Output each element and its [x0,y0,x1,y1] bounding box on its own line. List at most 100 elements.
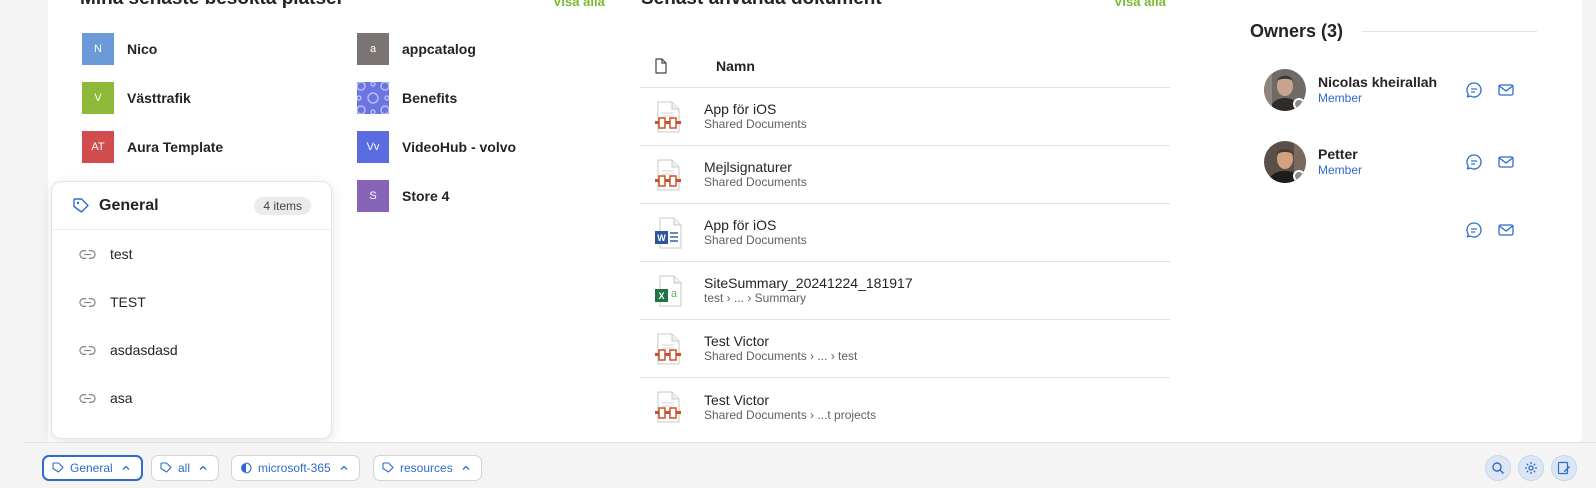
owner-role: Member [1318,163,1363,177]
site-item-store-4[interactable]: S Store 4 [357,179,449,213]
site-tile-pattern [357,82,389,114]
avatar[interactable] [1264,141,1306,183]
tag-icon [73,197,89,213]
mail-icon[interactable] [1497,153,1515,171]
document-path: Shared Documents › ... › test [704,349,858,363]
popup-link-label: asdasdasd [110,342,178,358]
document-title: Test Victor [704,391,770,408]
tag-icon [52,462,64,473]
mail-icon[interactable] [1497,221,1515,239]
chip-label: microsoft-365 [258,461,331,475]
site-tile: a [357,33,389,65]
documents-table: Namn App för iOS Shared Documents Mejlsi… [640,44,1170,436]
document-title: Mejlsignaturer [704,159,792,175]
bottom-toolbar: General all microsoft-365 resources [24,442,1596,488]
tag-icon [382,462,394,473]
tag-popup: General 4 items test TEST asdasdasd asa [51,181,332,439]
presence-status-icon [1293,170,1305,182]
document-path: test › ... › Summary [704,291,807,305]
link-icon [79,393,96,403]
popup-link-label: TEST [110,294,146,310]
documents-section-title: Senast använda dokument [641,0,882,10]
settings-button[interactable] [1518,455,1544,481]
chevron-up-icon [122,465,130,470]
generic-file-icon [655,159,681,190]
site-name: appcatalog [402,41,476,57]
mail-icon[interactable] [1497,81,1515,99]
site-item-benefits[interactable]: Benefits [357,81,457,115]
document-row[interactable]: Mejlsignaturer Shared Documents [640,146,1170,204]
chip-resources[interactable]: resources [373,455,482,481]
chevron-up-icon [462,465,470,470]
document-row[interactable]: W App för iOS Shared Documents [640,204,1170,262]
documents-see-all-link[interactable]: Visa alla [1114,0,1166,9]
owners-title: Owners (3) [1250,21,1344,41]
generic-file-icon [655,101,681,132]
svg-text:W: W [657,233,666,243]
popup-header: General 4 items [52,182,331,230]
chevron-up-icon [199,465,207,470]
document-row[interactable]: App för iOS Shared Documents [640,88,1170,146]
site-name: Aura Template [127,139,224,155]
document-title: SiteSummary_20241224_181917 [704,275,913,291]
popup-link-item[interactable]: asdasdasd [52,326,331,374]
owner-name[interactable]: Nicolas kheirallah [1318,74,1472,91]
column-header-name[interactable]: Namn [716,58,755,74]
link-icon [79,345,96,355]
popup-link-item[interactable]: TEST [52,278,331,326]
owner-role: Member [1318,91,1363,105]
link-icon [79,249,96,259]
chip-microsoft-365[interactable]: microsoft-365 [231,455,360,481]
benefits-pattern-icon [357,82,389,114]
chip-general[interactable]: General [42,455,143,481]
document-path: Shared Documents [704,117,807,131]
chip-label: General [70,461,113,475]
popup-link-item[interactable]: asa [52,374,331,422]
chat-icon[interactable] [1465,81,1483,99]
microsoft-365-icon [241,462,252,474]
document-title: App för iOS [704,101,777,117]
site-tile: V [82,82,114,114]
avatar[interactable] [1264,69,1306,111]
owner-name[interactable]: Petter [1318,146,1472,163]
documents-table-header: Namn [640,44,1170,88]
edit-button[interactable] [1551,455,1577,481]
chat-icon[interactable] [1465,221,1483,239]
site-name: VideoHub - volvo [402,139,517,155]
popup-link-item[interactable]: test [52,230,331,278]
excel-file-icon: a X [655,275,682,306]
popup-title: General [99,196,159,214]
generic-file-icon [655,391,681,423]
search-icon [1492,462,1504,474]
site-name: Nico [127,41,158,57]
left-gutter [0,0,48,488]
document-row[interactable]: a X SiteSummary_20241224_181917 test › .… [640,262,1170,320]
site-tile: Vv [357,131,389,163]
owner-actions [1465,153,1515,171]
item-count-badge: 4 items [254,197,311,215]
document-row[interactable]: Test Victor Shared Documents › ... › tes… [640,320,1170,378]
site-item-vasttrafik[interactable]: V Västtrafik [82,81,191,115]
owner-actions [1465,221,1515,239]
search-button[interactable] [1485,455,1511,481]
chip-label: resources [400,461,453,475]
site-item-appcatalog[interactable]: a appcatalog [357,32,476,66]
file-type-column-icon [655,57,667,74]
site-item-videohub[interactable]: Vv VideoHub - volvo [357,130,516,164]
chat-icon[interactable] [1465,153,1483,171]
site-tile: N [82,33,114,65]
chevron-up-icon [340,465,348,470]
chip-all[interactable]: all [151,455,220,481]
document-title: Test Victor [704,333,770,349]
popup-link-label: test [110,246,133,262]
edit-icon [1557,461,1570,475]
generic-file-icon [655,333,681,364]
site-item-aura-template[interactable]: AT Aura Template [82,130,223,164]
document-row[interactable]: Test Victor Shared Documents › ...t proj… [640,378,1170,436]
svg-text:a: a [671,288,678,300]
tag-icon [160,462,172,473]
popup-link-label: asa [110,390,133,406]
site-item-nico[interactable]: N Nico [82,32,157,66]
chip-label: all [178,461,191,475]
sites-see-all-link[interactable]: Visa alla [553,0,605,9]
